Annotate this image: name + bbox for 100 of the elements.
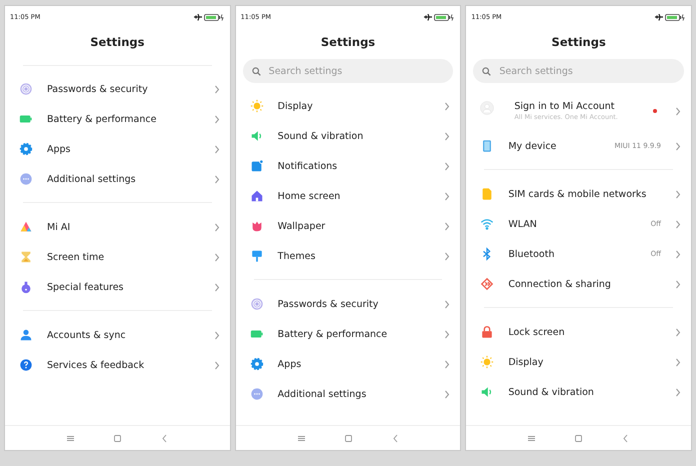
settings-item[interactable]: Themes bbox=[236, 241, 460, 271]
fingerprint-icon bbox=[19, 82, 33, 96]
battery-status-icon bbox=[204, 14, 224, 20]
item-label: Sound & vibration bbox=[278, 130, 364, 142]
settings-item[interactable]: Passwords & security bbox=[5, 74, 230, 104]
settings-item[interactable]: Sound & vibration bbox=[236, 121, 460, 151]
back-icon[interactable] bbox=[621, 434, 630, 442]
gear-icon bbox=[250, 357, 264, 371]
item-label: Display bbox=[278, 100, 314, 112]
help-icon bbox=[19, 358, 33, 372]
settings-item[interactable]: Additional settings bbox=[236, 379, 460, 409]
item-label: SIM cards & mobile networks bbox=[508, 188, 648, 200]
settings-item[interactable]: Wallpaper bbox=[236, 211, 460, 241]
settings-item[interactable]: Mi AI bbox=[5, 212, 230, 242]
chevron-icon bbox=[444, 162, 450, 170]
settings-item[interactable]: Additional settings bbox=[5, 164, 230, 194]
item-label: Passwords & security bbox=[47, 84, 149, 94]
chevron-icon bbox=[214, 360, 220, 370]
settings-item[interactable]: Services & feedback bbox=[5, 350, 230, 380]
chevron-icon bbox=[214, 252, 220, 262]
item-label: Special features bbox=[47, 282, 124, 292]
settings-item[interactable]: Special features bbox=[5, 272, 230, 302]
item-label: Apps bbox=[47, 144, 72, 154]
chevron-icon bbox=[214, 222, 220, 232]
search-bar[interactable]: Search settings bbox=[242, 59, 454, 83]
settings-item[interactable]: Display bbox=[236, 91, 460, 121]
search-bar[interactable]: Search settings bbox=[473, 59, 684, 83]
chevron-icon bbox=[214, 144, 220, 154]
item-label: Sign in to Mi Account bbox=[514, 101, 616, 112]
fingerprint-icon bbox=[250, 297, 264, 311]
flask-icon bbox=[19, 280, 33, 294]
menu-icon[interactable] bbox=[296, 434, 306, 442]
menu-icon[interactable] bbox=[66, 434, 75, 442]
back-icon[interactable] bbox=[390, 434, 400, 442]
chevron-icon bbox=[444, 300, 450, 308]
chevron-icon bbox=[675, 142, 682, 150]
menu-icon[interactable] bbox=[527, 434, 536, 442]
item-label: My device bbox=[508, 140, 558, 152]
house-icon bbox=[250, 189, 264, 203]
airplane-icon bbox=[424, 14, 432, 20]
connection-icon bbox=[480, 277, 494, 291]
chevron-icon bbox=[675, 328, 682, 336]
settings-item[interactable]: Accounts & sync bbox=[5, 320, 230, 350]
item-label: WLAN bbox=[508, 218, 538, 230]
search-field[interactable]: Search settings bbox=[499, 66, 676, 76]
gear-icon bbox=[19, 142, 33, 156]
item-label: Mi AI bbox=[47, 222, 72, 232]
more-icon bbox=[250, 387, 264, 401]
settings-item[interactable]: Connection & sharing bbox=[466, 269, 692, 299]
chevron-icon bbox=[214, 330, 220, 340]
hourglass-icon bbox=[19, 250, 33, 264]
sim-card-icon bbox=[480, 187, 494, 201]
item-label: Home screen bbox=[278, 190, 342, 202]
settings-item[interactable]: Lock screen bbox=[466, 317, 692, 347]
home-icon[interactable] bbox=[112, 434, 122, 442]
chevron-icon bbox=[444, 252, 450, 260]
item-label: Accounts & sync bbox=[47, 330, 127, 340]
sun-icon bbox=[480, 355, 494, 369]
item-label: Passwords & security bbox=[278, 298, 380, 310]
lock-icon bbox=[480, 325, 494, 339]
settings-item[interactable]: Passwords & security bbox=[236, 289, 460, 319]
chevron-icon bbox=[444, 330, 450, 338]
item-label: Services & feedback bbox=[47, 360, 146, 370]
item-label: Apps bbox=[278, 358, 302, 370]
item-label: Notifications bbox=[278, 160, 338, 172]
settings-item[interactable]: Apps bbox=[5, 134, 230, 164]
airplane-icon bbox=[655, 14, 664, 20]
home-icon[interactable] bbox=[574, 434, 584, 442]
search-field[interactable]: Search settings bbox=[268, 66, 444, 76]
chevron-icon bbox=[675, 220, 682, 228]
screen-title: Settings bbox=[89, 35, 146, 49]
settings-item[interactable]: Display bbox=[466, 347, 692, 377]
chevron-icon bbox=[675, 190, 682, 198]
chevron-icon bbox=[444, 192, 450, 200]
person-icon bbox=[19, 328, 33, 342]
settings-item[interactable]: SIM cards & mobile networks bbox=[466, 179, 692, 209]
back-icon[interactable] bbox=[160, 434, 169, 442]
settings-item[interactable]: Battery & performance bbox=[236, 319, 460, 349]
chevron-icon bbox=[444, 102, 450, 110]
settings-item[interactable]: Screen time bbox=[5, 242, 230, 272]
settings-item[interactable]: Home screen bbox=[236, 181, 460, 211]
settings-item[interactable]: Notifications bbox=[236, 151, 460, 181]
search-icon bbox=[482, 66, 492, 76]
settings-item[interactable]: Apps bbox=[236, 349, 460, 379]
settings-item[interactable]: Sound & vibration bbox=[466, 377, 692, 407]
settings-item[interactable]: Battery & performance bbox=[5, 104, 230, 134]
item-label: Additional settings bbox=[47, 174, 137, 184]
chevron-icon bbox=[214, 174, 220, 184]
chevron-icon bbox=[675, 250, 682, 258]
item-label: Connection & sharing bbox=[508, 278, 612, 290]
speaker-icon bbox=[250, 129, 264, 143]
item-label: Bluetooth bbox=[508, 248, 556, 260]
chevron-icon bbox=[444, 390, 450, 398]
item-label: Lock screen bbox=[508, 326, 566, 338]
home-icon[interactable] bbox=[344, 434, 352, 442]
flower-icon bbox=[250, 219, 264, 233]
chevron-icon bbox=[444, 360, 450, 368]
chevron-icon bbox=[675, 280, 682, 288]
item-label: Additional settings bbox=[278, 388, 368, 400]
item-label: Battery & performance bbox=[278, 328, 388, 340]
